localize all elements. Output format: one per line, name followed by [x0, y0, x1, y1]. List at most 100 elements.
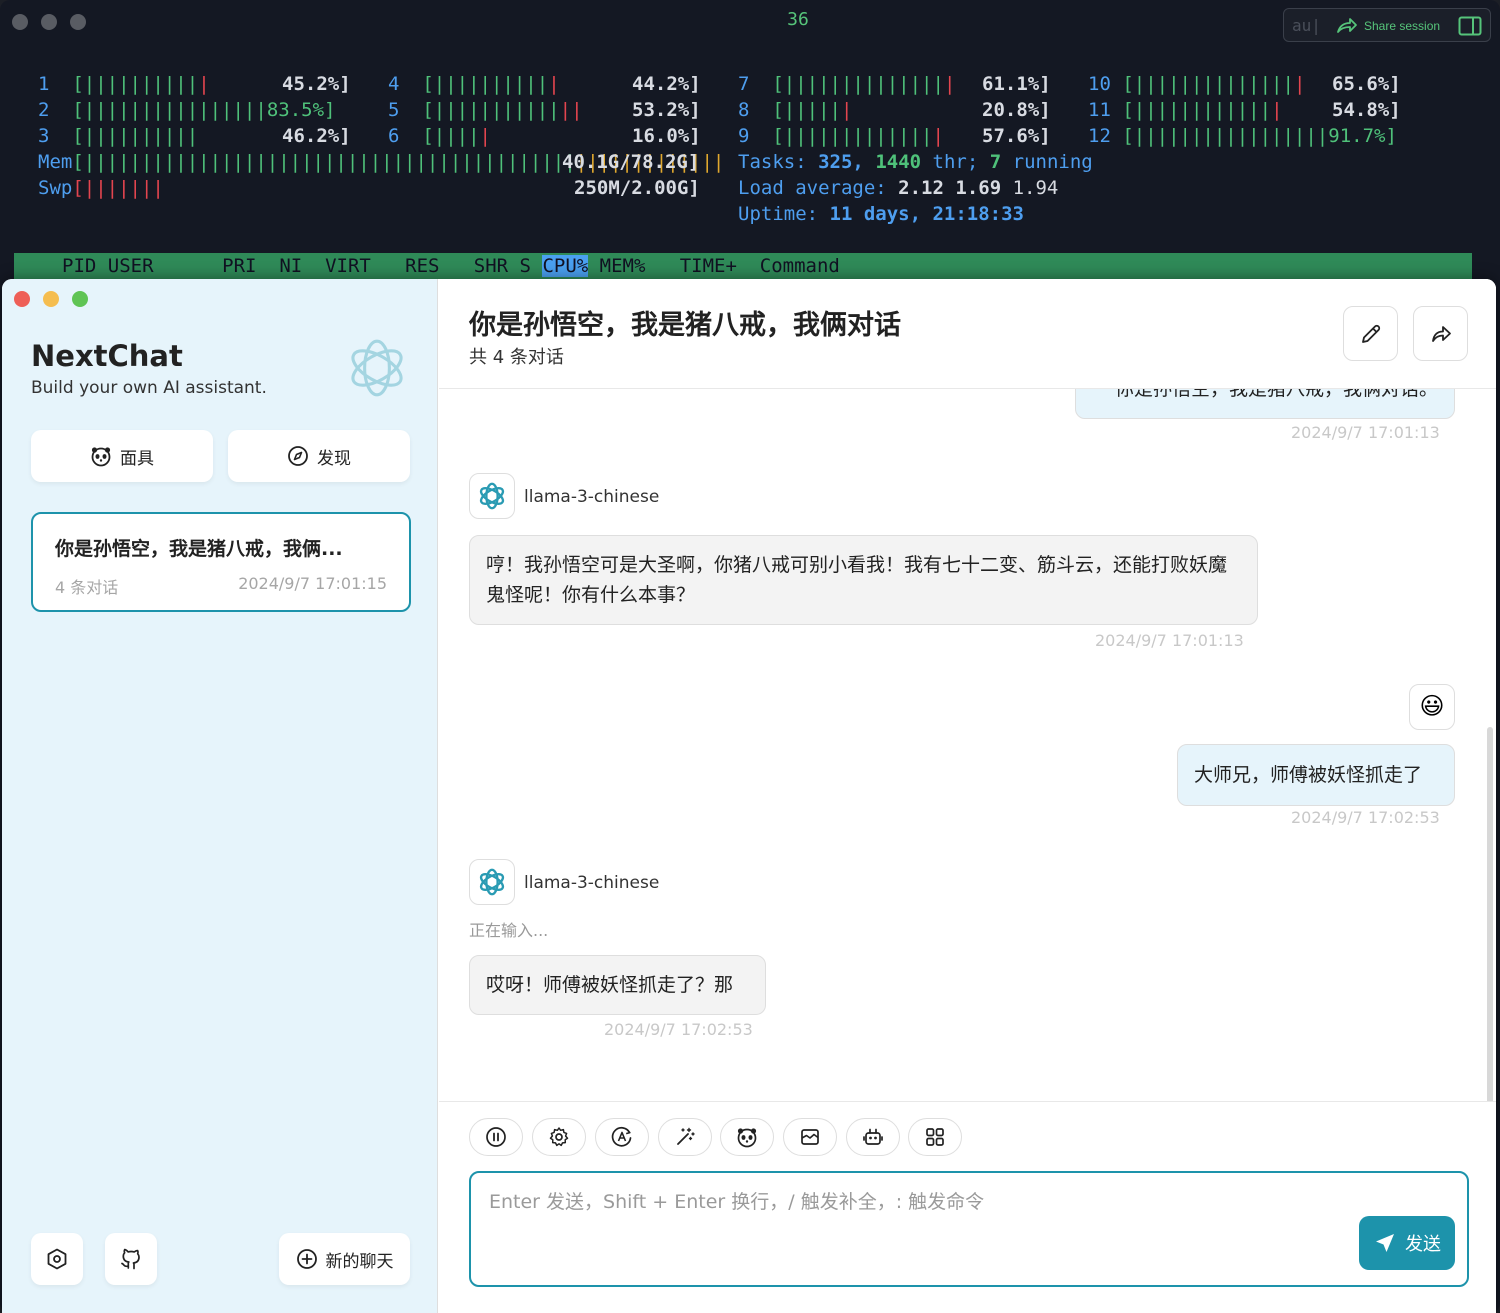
typing-status: 正在输入... [469, 921, 549, 940]
app-title: NextChat [31, 339, 183, 373]
cpu-percent: 46.2%] [282, 125, 351, 147]
github-button[interactable] [105, 1233, 157, 1285]
share-arrow-icon [1431, 325, 1451, 342]
cpu-row: 4 [||||||||||| [388, 73, 560, 95]
cpu-row: 6 [||||| [388, 125, 491, 147]
plugins-button[interactable] [908, 1118, 962, 1156]
tasks-line: Tasks: 325, 1440 thr; 7 running [738, 151, 1093, 173]
cpu-row: 3 [|||||||||| [38, 125, 199, 147]
github-icon [121, 1248, 140, 1270]
smiley-emoji-icon: 😃 [1419, 693, 1445, 720]
sidebar: NextChat Build your own AI assistant. 面具… [2, 279, 438, 1313]
cpu-row: 9 [|||||||||||||| [738, 125, 944, 147]
mask-label: 面具 [120, 448, 154, 469]
cpu-percent: 44.2%] [632, 73, 701, 95]
bot-avatar [469, 859, 515, 905]
chat-input-panel: 发送 [439, 1101, 1496, 1313]
cpu-percent: 53.2%] [632, 99, 701, 121]
chat-title[interactable]: 你是孙悟空，我是猪八戒，我俩对话 [469, 303, 901, 342]
message-input[interactable] [489, 1187, 1349, 1227]
message-scrollbar[interactable] [1487, 727, 1493, 1101]
discover-button[interactable]: 发现 [228, 430, 410, 482]
share-chat-button[interactable] [1413, 306, 1468, 361]
split-pane-icon[interactable] [1458, 16, 1482, 36]
model-name: llama-3-chinese [524, 487, 660, 507]
cpu-row: 5 [||||||||||||| [388, 99, 583, 121]
cpu-row: 1 [||||||||||| [38, 73, 210, 95]
user-message-bubble: 你是孙悟空，我是猪八戒，我俩对话。 [1075, 389, 1455, 419]
cpu-row: 7 [||||||||||||||| [738, 73, 956, 95]
bot-message-bubble: 哼！我孙悟空可是大圣啊，你猪八戒可别小看我！我有七十二变、筋斗云，还能打败妖魔鬼… [469, 535, 1258, 625]
settings-hexagon-icon [47, 1248, 67, 1270]
openai-logo-icon [479, 482, 505, 510]
model-select-button[interactable] [846, 1118, 900, 1156]
share-session-button[interactable]: au| Share session [1283, 8, 1491, 42]
bot-message-bubble: 哎呀！师傅被妖怪抓走了？那 [469, 955, 766, 1015]
chat-list-item[interactable]: 你是孙悟空，我是猪八戒，我俩... 4 条对话 2024/9/7 17:01:1… [31, 512, 411, 612]
nextchat-window: NextChat Build your own AI assistant. 面具… [2, 279, 1496, 1313]
chat-settings-button[interactable] [532, 1118, 586, 1156]
mem-value: 40.1G/78.2G] [562, 151, 700, 173]
panda-mask-icon [737, 1128, 757, 1148]
robot-icon [863, 1128, 883, 1145]
chat-message-count: 共 4 条对话 [469, 347, 564, 368]
cpu-percent: 57.6%] [982, 125, 1051, 147]
cpu-percent: 45.2%] [282, 73, 351, 95]
compass-icon [288, 446, 308, 466]
user-message-bubble: 大师兄，师傅被妖怪抓走了 [1177, 744, 1455, 806]
auto-theme-icon [611, 1126, 632, 1147]
window-minimize-button[interactable] [43, 291, 59, 307]
send-button[interactable]: 发送 [1359, 1216, 1455, 1270]
cpu-percent: 65.6%] [1332, 73, 1401, 95]
chat-item-count: 4 条对话 [55, 578, 119, 597]
clear-context-button[interactable] [783, 1118, 837, 1156]
message-list[interactable]: 你是孙悟空，我是猪八戒，我俩对话。 2024/9/7 17:01:13 llam… [439, 389, 1496, 1101]
theme-toggle-button[interactable] [595, 1118, 649, 1156]
panda-mask-icon [91, 447, 111, 467]
cpu-percent: 16.0%] [632, 125, 701, 147]
terminal-title: 36 [787, 9, 809, 30]
share-session-label: Share session [1364, 19, 1441, 33]
user-avatar: 😃 [1409, 684, 1455, 730]
openai-logo-icon [479, 868, 505, 896]
bot-avatar [469, 473, 515, 519]
window-zoom-button[interactable] [72, 291, 88, 307]
masks-button[interactable] [720, 1118, 774, 1156]
message-timestamp: 2024/9/7 17:01:13 [1291, 423, 1440, 442]
pause-circle-icon [486, 1127, 506, 1147]
app-subtitle: Build your own AI assistant. [31, 378, 267, 398]
message-timestamp: 2024/9/7 17:01:13 [1095, 631, 1244, 650]
chat-header: 你是孙悟空，我是猪八戒，我俩对话 共 4 条对话 [439, 279, 1496, 389]
message-timestamp: 2024/9/7 17:02:53 [604, 1020, 753, 1039]
swap-value: 250M/2.00G] [574, 177, 700, 199]
process-table-header[interactable]: PID USER PRI NI VIRT RES SHR S CPU% MEM%… [14, 253, 1472, 279]
share-prefix: au| [1292, 16, 1321, 35]
cpu-percent: 20.8%] [982, 99, 1051, 121]
terminal-titlebar: 36 au| Share session [0, 0, 1500, 44]
chat-item-title: 你是孙悟空，我是猪八戒，我俩... [55, 538, 343, 560]
uptime-line: Uptime: 11 days, 21:18:33 [738, 203, 1024, 225]
settings-button[interactable] [31, 1233, 83, 1285]
rename-chat-button[interactable] [1343, 306, 1398, 361]
mask-button[interactable]: 面具 [31, 430, 213, 482]
gear-icon [549, 1127, 569, 1147]
share-arrow-icon [1337, 18, 1357, 33]
window-close-button[interactable] [14, 291, 30, 307]
stop-button[interactable] [469, 1118, 523, 1156]
cpu-row: 2 [||||||||||||||||83.5%] [38, 99, 336, 121]
cpu-percent: 54.8%] [1332, 99, 1401, 121]
image-break-icon [801, 1129, 819, 1145]
cpu-percent: 61.1%] [982, 73, 1051, 95]
magic-wand-icon [677, 1127, 695, 1145]
discover-label: 发现 [317, 448, 351, 469]
send-arrow-icon [1376, 1234, 1394, 1252]
message-timestamp: 2024/9/7 17:02:53 [1291, 808, 1440, 827]
swap-row: Swp[||||||| [38, 177, 164, 199]
cpu-row: 11 [||||||||||||| [1088, 99, 1283, 121]
new-chat-button[interactable]: 新的聊天 [279, 1233, 410, 1285]
cpu-row: 10 [||||||||||||||| [1088, 73, 1306, 95]
prompts-button[interactable] [658, 1118, 712, 1156]
cpu-row: 12 [|||||||||||||||||91.7%] [1088, 125, 1397, 147]
grid-apps-icon [926, 1128, 944, 1146]
new-chat-label: 新的聊天 [325, 1251, 394, 1272]
